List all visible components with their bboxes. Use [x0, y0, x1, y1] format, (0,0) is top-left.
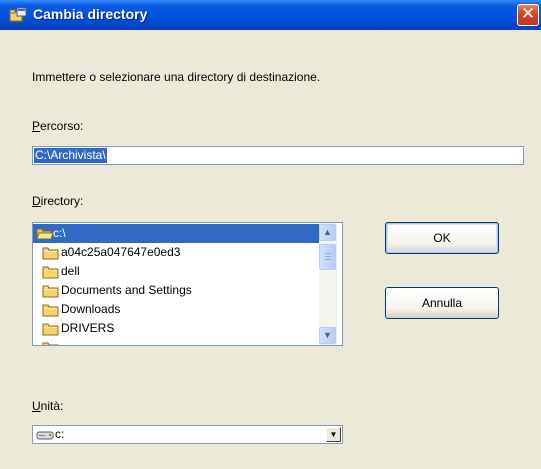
scroll-up-button[interactable]: ▲ [319, 224, 336, 241]
folder-icon [42, 304, 59, 317]
directory-item-label: Documents and Settings [61, 283, 192, 297]
directory-item-label: dell [61, 264, 80, 278]
directory-item-label: DRIVERS [61, 321, 115, 335]
open-folder-icon [36, 228, 54, 240]
folder-icon [42, 323, 59, 336]
change-directory-dialog: Cambia directory ✕ Immettere o seleziona… [0, 0, 541, 469]
folder-icon [42, 266, 59, 279]
drive-select[interactable]: c: ▼ [32, 425, 343, 444]
scroll-thumb[interactable] [319, 244, 336, 270]
directory-label: Directory: [32, 194, 84, 208]
arrow-down-icon: ▼ [323, 330, 332, 340]
close-icon: ✕ [520, 4, 536, 24]
directory-item-label: a04c25a047647e0ed3 [61, 245, 181, 259]
path-label: Percorso: [32, 119, 84, 133]
title-bar[interactable]: Cambia directory ✕ [0, 0, 541, 30]
arrow-up-icon: ▲ [323, 227, 332, 237]
window-title: Cambia directory [33, 6, 148, 22]
path-input[interactable]: C:\Archivista\ [32, 146, 524, 165]
close-button[interactable]: ✕ [517, 4, 539, 26]
chevron-down-icon: ▼ [329, 430, 338, 439]
drive-label: Unità: [32, 399, 64, 413]
directory-item-label: Downloads [61, 302, 121, 316]
directory-item-label: c:\ [53, 226, 66, 240]
ok-button[interactable]: OK [385, 222, 499, 254]
directory-scrollbar[interactable]: ▲ ▼ [319, 223, 337, 345]
cancel-button[interactable]: Annulla [385, 287, 499, 319]
scroll-down-button[interactable]: ▼ [319, 327, 336, 344]
folder-window-icon [9, 7, 27, 23]
instruction-text: Immettere o selezionare una directory di… [32, 70, 321, 84]
hard-drive-icon [36, 431, 54, 440]
folder-icon [42, 285, 59, 298]
path-input-value: C:\Archivista\ [34, 148, 107, 163]
drive-dropdown-button[interactable]: ▼ [326, 427, 341, 442]
folder-icon [42, 247, 59, 260]
directory-list[interactable]: c:\ a04c25a047647e0ed3 dell Documents an… [32, 222, 343, 346]
directory-item-root[interactable]: c:\ [33, 224, 319, 243]
drive-select-value: c: [55, 427, 65, 441]
folder-icon [42, 342, 59, 345]
